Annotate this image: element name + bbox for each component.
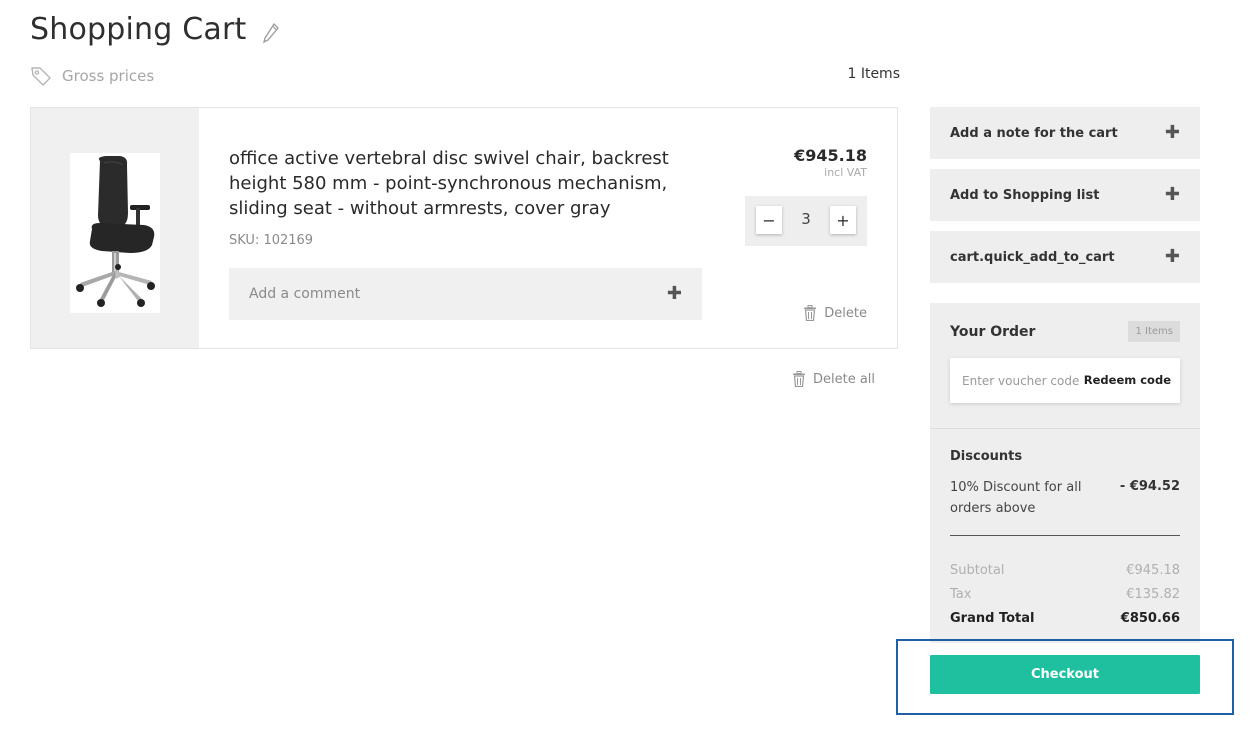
page-title: Shopping Cart — [30, 12, 247, 47]
tax-value: €135.82 — [1126, 587, 1180, 602]
trash-icon — [804, 305, 817, 321]
chair-product-image — [76, 156, 155, 307]
product-image[interactable] — [70, 153, 160, 313]
discounts-title: Discounts — [950, 449, 1023, 464]
delete-all-button[interactable]: Delete all — [792, 371, 875, 387]
voucher-form: Redeem code — [950, 358, 1180, 403]
tax-row: Tax €135.82 — [950, 587, 1180, 602]
quantity-stepper: − 3 + — [745, 196, 867, 246]
item-price: €945.18 — [794, 146, 867, 165]
add-comment-label: Add a comment — [249, 286, 361, 302]
delete-item-label: Delete — [824, 305, 867, 321]
discount-description: 10% Discount for all orders above — [950, 480, 1082, 516]
order-summary: Your Order 1 Items Redeem code Discounts… — [930, 303, 1200, 643]
increase-quantity-button[interactable]: + — [830, 206, 856, 234]
delete-all-label: Delete all — [813, 371, 876, 387]
plus-icon: ✚ — [666, 283, 682, 304]
cart-item: office active vertebral disc swivel chai… — [30, 107, 898, 349]
price-mode: Gross prices — [30, 64, 154, 88]
delete-item-button[interactable]: Delete — [803, 305, 867, 321]
plus-icon: ✚ — [1164, 184, 1180, 205]
add-note-button[interactable]: Add a note for the cart ✚ — [930, 107, 1200, 159]
product-name[interactable]: office active vertebral disc swivel chai… — [229, 146, 699, 221]
cart-item-count: 1 Items — [847, 66, 900, 82]
item-price-block: €945.18 incl VAT — [794, 146, 867, 179]
tax-label: Tax — [950, 587, 972, 602]
add-to-shopping-list-label: Add to Shopping list — [950, 187, 1100, 203]
order-divider — [930, 428, 1200, 429]
order-item-count-badge: 1 Items — [1128, 321, 1180, 342]
redeem-code-button[interactable]: Redeem code — [1084, 373, 1171, 387]
subtotal-value: €945.18 — [1126, 563, 1180, 578]
price-mode-label: Gross prices — [62, 67, 155, 85]
discount-value: - €94.52 — [1119, 479, 1180, 494]
order-title: Your Order — [950, 324, 1036, 340]
subtotal-row: Subtotal €945.18 — [950, 563, 1180, 578]
plus-icon: ✚ — [1164, 122, 1180, 143]
add-to-shopping-list-button[interactable]: Add to Shopping list ✚ — [930, 169, 1200, 221]
subtotal-label: Subtotal — [950, 563, 1005, 578]
grand-total-label: Grand Total — [950, 611, 1035, 626]
totals-divider — [950, 535, 1180, 536]
product-sku: SKU: 102169 — [229, 233, 314, 248]
product-image-panel — [31, 108, 199, 348]
checkout-button[interactable]: Checkout — [930, 655, 1200, 694]
add-comment-toggle[interactable]: Add a comment ✚ — [229, 268, 702, 320]
grand-total-value: €850.66 — [1120, 611, 1180, 626]
add-note-label: Add a note for the cart — [950, 125, 1118, 141]
trash-icon — [793, 371, 805, 387]
price-tag-icon — [31, 67, 51, 86]
vat-note: incl VAT — [824, 166, 867, 179]
grand-total-row: Grand Total €850.66 — [950, 611, 1180, 626]
plus-icon: ✚ — [1164, 246, 1180, 267]
voucher-code-input[interactable] — [950, 358, 1090, 403]
quick-add-to-cart-button[interactable]: cart.quick_add_to_cart ✚ — [930, 231, 1200, 283]
quick-add-to-cart-label: cart.quick_add_to_cart — [950, 249, 1115, 265]
edit-pencil-icon[interactable] — [262, 22, 280, 44]
